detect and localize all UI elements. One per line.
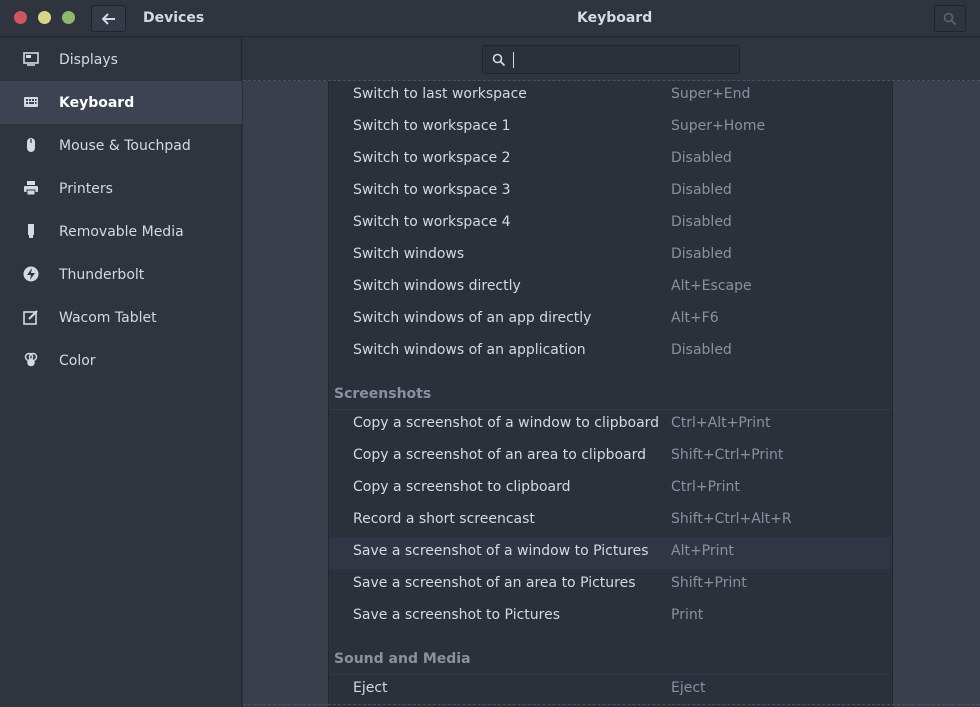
shortcut-name: Save a screenshot to Pictures: [353, 607, 560, 623]
shortcut-name: Switch to workspace 1: [353, 118, 511, 134]
shortcut-accel: Alt+Escape: [671, 278, 752, 294]
shortcut-accel: Eject: [671, 680, 706, 696]
shortcut-accel: Shift+Ctrl+Alt+R: [671, 511, 792, 527]
page-title: Keyboard: [577, 10, 653, 26]
shortcut-name: Record a short screencast: [353, 511, 535, 527]
shortcut-name: Save a screenshot of an area to Pictures: [353, 575, 636, 591]
sidebar-item-label: Mouse & Touchpad: [59, 137, 191, 154]
sidebar-item-label: Thunderbolt: [59, 266, 145, 283]
sidebar-item-wacom-tablet[interactable]: Wacom Tablet: [0, 296, 242, 339]
sidebar-item-keyboard[interactable]: Keyboard: [0, 81, 242, 124]
maximize-window-button[interactable]: [62, 11, 75, 24]
shortcut-accel: Disabled: [671, 342, 732, 358]
shortcut-name: Copy a screenshot of a window to clipboa…: [353, 415, 660, 431]
shortcut-accel: Disabled: [671, 246, 732, 262]
color-icon: [24, 352, 38, 367]
shortcut-name: Switch to workspace 3: [353, 182, 511, 198]
sidebar-item-mouse-touchpad[interactable]: Mouse & Touchpad: [0, 124, 242, 167]
section-header-screenshots: Screenshots: [334, 386, 432, 402]
shortcut-row[interactable]: Save a screenshot to Pictures Print: [329, 601, 892, 633]
shortcut-row[interactable]: Switch windows Disabled: [329, 240, 892, 272]
sidebar-item-label: Printers: [59, 180, 113, 197]
panel-group-title: Devices: [143, 10, 205, 26]
sidebar-item-label: Wacom Tablet: [59, 309, 157, 326]
shortcut-accel: Disabled: [671, 182, 732, 198]
shortcut-row-hovered[interactable]: Save a screenshot of a window to Picture…: [329, 537, 892, 569]
shortcut-row[interactable]: Copy a screenshot of a window to clipboa…: [329, 409, 892, 441]
search-icon: [943, 12, 957, 25]
text-cursor: [513, 52, 514, 68]
sidebar-item-label: Color: [59, 352, 96, 369]
sidebar-item-label: Removable Media: [59, 223, 184, 240]
sidebar-item-thunderbolt[interactable]: Thunderbolt: [0, 253, 242, 296]
printer-icon: [24, 181, 38, 196]
search-icon: [492, 53, 506, 67]
tablet-icon: [23, 310, 38, 325]
shortcut-list: Switch to last workspace Super+End Switc…: [328, 81, 893, 707]
shortcut-name: Copy a screenshot of an area to clipboar…: [353, 447, 647, 463]
shortcut-accel: Disabled: [671, 214, 732, 230]
back-button[interactable]: [91, 5, 126, 32]
shortcut-name: Switch windows of an application: [353, 342, 586, 358]
shortcut-name: Save a screenshot of a window to Picture…: [353, 543, 649, 559]
shortcut-name: Switch to last workspace: [353, 86, 527, 102]
sidebar-item-removable-media[interactable]: Removable Media: [0, 210, 242, 253]
keyboard-icon: [24, 97, 38, 107]
sidebar-item-label: Keyboard: [59, 94, 135, 111]
shortcut-name: Switch windows directly: [353, 278, 521, 294]
shortcut-row[interactable]: Record a short screencast Shift+Ctrl+Alt…: [329, 505, 892, 537]
shortcut-row[interactable]: Switch to workspace 4 Disabled: [329, 208, 892, 240]
search-input[interactable]: [482, 45, 740, 74]
shortcut-accel: Super+Home: [671, 118, 766, 134]
shortcut-name: Eject: [353, 680, 388, 696]
minimize-window-button[interactable]: [38, 11, 51, 24]
close-window-button[interactable]: [14, 11, 27, 24]
shortcut-name: Switch windows of an app directly: [353, 310, 592, 326]
sidebar-item-displays[interactable]: Displays: [0, 38, 242, 81]
shortcut-accel: Ctrl+Print: [671, 479, 740, 495]
shortcut-row[interactable]: Eject Eject: [329, 674, 892, 706]
shortcut-accel: Shift+Print: [671, 575, 747, 591]
sidebar-item-label: Displays: [59, 51, 118, 68]
shortcut-row[interactable]: Save a screenshot of an area to Pictures…: [329, 569, 892, 601]
shortcut-accel: Shift+Ctrl+Print: [671, 447, 784, 463]
shortcut-row[interactable]: Copy a screenshot to clipboard Ctrl+Prin…: [329, 473, 892, 505]
shortcut-row[interactable]: Switch windows directly Alt+Escape: [329, 272, 892, 304]
arrow-left-icon: [101, 12, 115, 25]
scroll-edge: [243, 704, 980, 705]
search-toggle-button[interactable]: [934, 5, 966, 32]
shortcut-name: Switch to workspace 2: [353, 150, 511, 166]
header-bar: Devices Keyboard: [0, 0, 980, 37]
sidebar: Displays Keyboard Mouse & Touchpad Print…: [0, 38, 242, 707]
section-header-sound-media: Sound and Media: [334, 651, 471, 667]
shortcut-row[interactable]: Switch windows of an app directly Alt+F6: [329, 304, 892, 336]
shortcut-accel: Super+End: [671, 86, 751, 102]
search-bar: [243, 38, 980, 81]
shortcut-accel: Disabled: [671, 150, 732, 166]
sidebar-item-color[interactable]: Color: [0, 339, 242, 382]
shortcut-accel: Print: [671, 607, 704, 623]
shortcut-row[interactable]: Switch to last workspace Super+End: [329, 81, 892, 112]
shortcut-row[interactable]: Switch to workspace 2 Disabled: [329, 144, 892, 176]
shortcut-row[interactable]: Copy a screenshot of an area to clipboar…: [329, 441, 892, 473]
shortcut-accel: Alt+F6: [671, 310, 719, 326]
thunderbolt-icon: [23, 266, 39, 282]
shortcut-row[interactable]: Switch to workspace 1 Super+Home: [329, 112, 892, 144]
sidebar-item-printers[interactable]: Printers: [0, 167, 242, 210]
shortcut-name: Switch windows: [353, 246, 465, 262]
display-icon: [23, 52, 39, 66]
shortcut-accel: Alt+Print: [671, 543, 734, 559]
shortcut-row[interactable]: Switch to workspace 3 Disabled: [329, 176, 892, 208]
shortcut-name: Switch to workspace 4: [353, 214, 511, 230]
shortcut-row[interactable]: Switch windows of an application Disable…: [329, 336, 892, 368]
shortcut-name: Copy a screenshot to clipboard: [353, 479, 571, 495]
mouse-icon: [27, 138, 35, 152]
usb-drive-icon: [28, 224, 34, 238]
shortcut-accel: Ctrl+Alt+Print: [671, 415, 771, 431]
